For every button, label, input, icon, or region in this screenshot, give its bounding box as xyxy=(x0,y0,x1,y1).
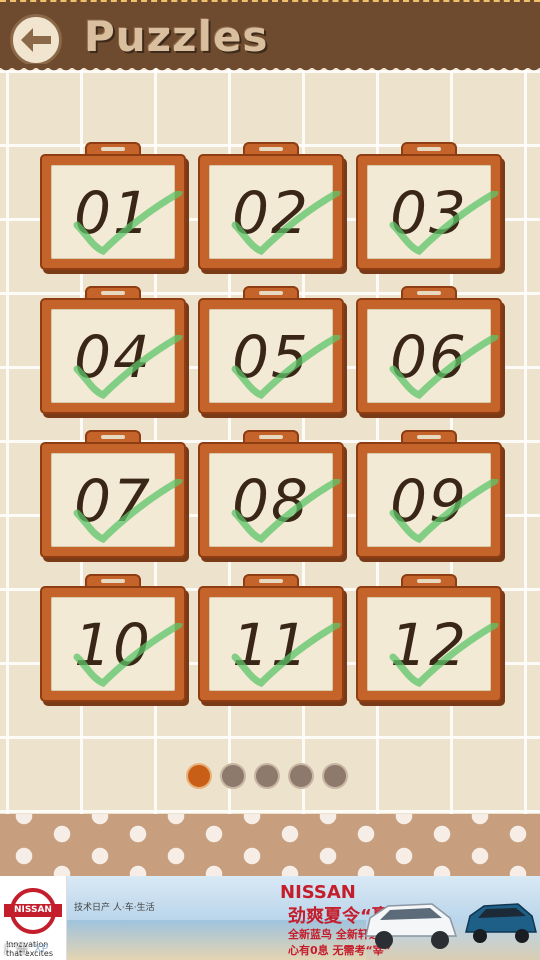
card-frame: 04 xyxy=(40,298,186,414)
checkmark-icon xyxy=(389,191,499,256)
back-arrow-icon xyxy=(21,28,51,52)
checkmark-icon xyxy=(231,479,341,544)
card-paper: 04 xyxy=(51,309,183,403)
page-dot[interactable] xyxy=(322,763,348,789)
card-frame: 05 xyxy=(198,298,344,414)
card-paper: 08 xyxy=(209,453,341,547)
level-card[interactable]: 11 xyxy=(198,574,344,702)
ad-source: XP xyxy=(34,942,49,955)
card-paper: 11 xyxy=(209,597,341,691)
level-card[interactable]: 07 xyxy=(40,430,186,558)
level-card[interactable]: 12 xyxy=(356,574,502,702)
card-frame: 07 xyxy=(40,442,186,558)
level-card[interactable]: 09 xyxy=(356,430,502,558)
white-car-icon xyxy=(365,903,458,949)
level-card[interactable]: 01 xyxy=(40,142,186,270)
level-card[interactable]: 02 xyxy=(198,142,344,270)
page-dot[interactable] xyxy=(254,763,280,789)
level-card[interactable]: 05 xyxy=(198,286,344,414)
card-paper: 10 xyxy=(51,597,183,691)
level-card[interactable]: 08 xyxy=(198,430,344,558)
ad-brand: NISSAN xyxy=(280,882,356,903)
checkmark-icon xyxy=(231,335,341,400)
logo-text: NISSAN xyxy=(4,904,62,917)
checkmark-icon xyxy=(389,335,499,400)
checkmark-icon xyxy=(231,191,341,256)
header-bar: Puzzles xyxy=(0,0,540,68)
card-paper: 02 xyxy=(209,165,341,259)
checkmark-icon xyxy=(231,623,341,688)
ad-label: 广告 xyxy=(4,942,29,956)
page-dot[interactable] xyxy=(186,763,212,789)
level-card[interactable]: 03 xyxy=(356,142,502,270)
card-paper: 05 xyxy=(209,309,341,403)
level-card[interactable]: 04 xyxy=(40,286,186,414)
card-paper: 07 xyxy=(51,453,183,547)
card-paper: 09 xyxy=(367,453,499,547)
card-paper: 03 xyxy=(367,165,499,259)
blue-car-icon xyxy=(465,903,537,943)
page-title: Puzzles xyxy=(84,12,269,61)
checkmark-icon xyxy=(73,191,183,256)
page-indicator xyxy=(186,763,348,789)
checkmark-icon xyxy=(73,479,183,544)
card-frame: 01 xyxy=(40,154,186,270)
level-card[interactable]: 10 xyxy=(40,574,186,702)
checkmark-icon xyxy=(389,479,499,544)
card-frame: 11 xyxy=(198,586,344,702)
card-paper: 01 xyxy=(51,165,183,259)
card-frame: 02 xyxy=(198,154,344,270)
page-dot[interactable] xyxy=(220,763,246,789)
card-frame: 08 xyxy=(198,442,344,558)
card-frame: 12 xyxy=(356,586,502,702)
page-dot[interactable] xyxy=(288,763,314,789)
app-screen: Puzzles 01 02 03 04 05 06 07 08 09 10 11 12 NISSAN … xyxy=(0,0,540,960)
checkmark-icon xyxy=(73,623,183,688)
checkmark-icon xyxy=(73,335,183,400)
level-card[interactable]: 06 xyxy=(356,286,502,414)
ad-banner[interactable]: NISSAN Innovation that excites 技术日产 人·车·… xyxy=(0,876,540,960)
card-frame: 09 xyxy=(356,442,502,558)
card-frame: 03 xyxy=(356,154,502,270)
card-frame: 06 xyxy=(356,298,502,414)
card-frame: 10 xyxy=(40,586,186,702)
header-scallop-edge xyxy=(0,64,540,76)
checkmark-icon xyxy=(389,623,499,688)
polka-dot-band-overlay xyxy=(0,814,540,876)
card-paper: 06 xyxy=(367,309,499,403)
card-paper: 12 xyxy=(367,597,499,691)
back-button[interactable] xyxy=(10,14,62,66)
ad-slogan: 技术日产 人·车·生活 xyxy=(74,903,155,913)
